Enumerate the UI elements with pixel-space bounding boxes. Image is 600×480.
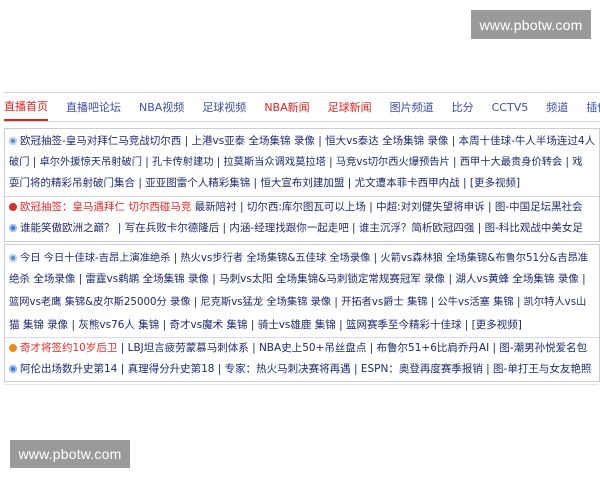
- news-line[interactable]: 今日 今日十佳球-吉昂上演准绝杀 | 热火vs步行者 全场集锦&五佳球 全场录像…: [9, 251, 595, 265]
- news-line[interactable]: 猫 集锦 录像 | 灰熊vs76人 集锦 | 奇才vs魔术 集锦 | 骑士vs雄…: [9, 318, 595, 332]
- circle-bullet-icon: [9, 224, 17, 232]
- hot-bullet-icon: [9, 344, 17, 352]
- news-line[interactable]: 阿伦出场数升史第14 | 真理得分升史第18 | 专家：热火马刺决赛将再遇 | …: [9, 362, 595, 376]
- football-news-panel: 欧冠抽签-皇马对拜仁马竞战切尔西 | 上港vs亚泰 全场集锦 录像 | 恒大vs…: [4, 128, 600, 242]
- divider: [5, 337, 599, 338]
- circle-bullet-icon: [9, 254, 17, 262]
- bottom-rule: [4, 384, 598, 385]
- top-nav-bar: 直播首页 直播吧论坛 NBA视频 足球视频 NBA新闻 足球新闻 图片频道 比分…: [4, 92, 600, 122]
- headline-link[interactable]: 奇才将签约10岁后卫: [20, 342, 117, 354]
- news-line[interactable]: 绝杀 全场录像 | 雷霆vs鹈鹕 全场集锦 录像 | 马刺vs太阳 全场集锦&马…: [9, 272, 595, 286]
- nba-news-panel: 今日 今日十佳球-吉昂上演准绝杀 | 热火vs步行者 全场集锦&五佳球 全场录像…: [4, 244, 600, 382]
- watermark-bottom: www.pbotw.com: [10, 440, 130, 468]
- watermark-top: www.pbotw.com: [471, 10, 591, 39]
- nav-item-scores[interactable]: 比分: [452, 93, 474, 121]
- circle-bullet-icon: [9, 365, 17, 373]
- circle-bullet-icon: [9, 137, 17, 145]
- divider: [5, 196, 599, 197]
- nav-item-channels[interactable]: 频道: [546, 93, 568, 121]
- nav-item-nba-video[interactable]: NBA视频: [139, 93, 184, 121]
- news-line[interactable]: 奇才将签约10岁后卫 | LBJ坦言疲劳蒙慕马刺体系 | NBA史上50+吊丝盘…: [9, 341, 595, 355]
- news-line[interactable]: 篮网vs老鹰 集锦&皮尔斯25000分 录像 | 尼克斯vs猛龙 全场集锦 录像…: [9, 295, 595, 309]
- nav-item-pictures[interactable]: 图片频道: [390, 93, 434, 121]
- nav-item-cctv5[interactable]: CCTV5: [492, 93, 529, 121]
- hot-bullet-icon: [9, 203, 17, 211]
- news-line[interactable]: 欧冠抽签-皇马对拜仁马竞战切尔西 | 上港vs亚泰 全场集锦 录像 | 恒大vs…: [9, 134, 595, 148]
- nav-item-plugins[interactable]: 插件: [586, 93, 600, 121]
- news-line[interactable]: 耍门将的精彩吊射破门集合 | 亚亚图雷个人精彩集锦 | 恒大宣布刘建加盟 | 尤…: [9, 176, 595, 190]
- news-line[interactable]: 谁能笑傲欧洲之巅？ | 写在兵败卡尔德隆后 | 内涵-经理找跟你一起走吧 | 谁…: [9, 221, 595, 235]
- nav-item-football-news[interactable]: 足球新闻: [328, 93, 372, 121]
- news-line[interactable]: 欧冠抽签：皇马遇拜仁 切尔西碰马竞 最新陪衬 | 切尔西:库尔图瓦可以上场 | …: [9, 200, 595, 214]
- news-line[interactable]: 破门 | 卓尔外援惊天吊射破门 | 孔卡传射建功 | 拉莫斯当众调戏莫拉塔 | …: [9, 155, 595, 169]
- headline-link[interactable]: 欧冠抽签：皇马遇拜仁 切尔西碰马竞: [20, 201, 191, 213]
- nav-item-football-video[interactable]: 足球视频: [202, 93, 246, 121]
- nav-item-home[interactable]: 直播首页: [4, 93, 48, 121]
- nav-item-forum[interactable]: 直播吧论坛: [66, 93, 121, 121]
- nav-item-nba-news[interactable]: NBA新闻: [264, 93, 309, 121]
